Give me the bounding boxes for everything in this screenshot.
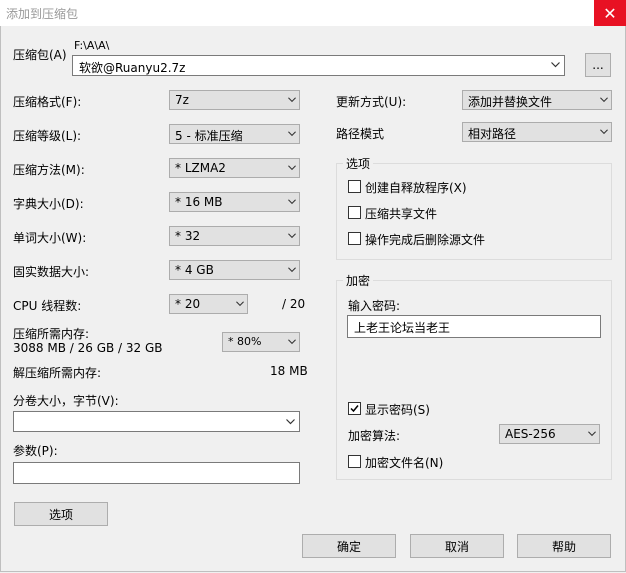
chevron-down-icon [288, 233, 296, 239]
format-select[interactable]: 7z [169, 90, 300, 110]
chevron-down-icon [236, 301, 244, 307]
browse-button[interactable]: ... [585, 53, 611, 77]
help-label: 帮助 [551, 539, 576, 554]
sfx-checkbox[interactable] [348, 180, 361, 193]
browse-label: ... [592, 58, 604, 72]
chevron-down-icon [288, 97, 296, 103]
level-select[interactable]: 5 - 标准压缩 [169, 124, 300, 144]
close-icon: ✕ [603, 3, 617, 23]
archive-name-combo[interactable]: 软欲@Ruanyu2.7z [72, 55, 565, 76]
solid-value: * 4 GB [175, 263, 214, 277]
chevron-down-icon [600, 97, 608, 103]
algo-value: AES-256 [505, 427, 556, 441]
word-value: * 32 [175, 229, 201, 243]
cancel-button[interactable]: 取消 [410, 534, 504, 558]
sfx-label: 创建自释放程序(X) [365, 181, 467, 195]
update-label: 更新方式(U): [336, 95, 407, 109]
dict-label: 字典大小(D): [13, 197, 84, 211]
format-label: 压缩格式(F): [13, 95, 82, 109]
method-select[interactable]: * LZMA2 [169, 158, 300, 178]
mem-select[interactable]: * 80% [222, 332, 300, 352]
cancel-label: 取消 [444, 539, 469, 554]
options-button-label: 选项 [48, 507, 73, 522]
path-mode-value: 相对路径 [468, 127, 517, 141]
show-password-checkbox[interactable] [348, 402, 361, 415]
shared-checkbox[interactable] [348, 206, 361, 219]
encrypt-names-checkbox[interactable] [348, 455, 361, 468]
show-password-label: 显示密码(S) [365, 403, 430, 417]
help-button[interactable]: 帮助 [517, 534, 611, 558]
word-label: 单词大小(W): [13, 231, 87, 245]
title-bar: 添加到压缩包 ✕ [0, 0, 626, 26]
delete-label: 操作完成后删除源文件 [365, 233, 486, 247]
dict-select[interactable]: * 16 MB [169, 192, 300, 212]
path-mode-select[interactable]: 相对路径 [462, 122, 612, 142]
shared-label: 压缩共享文件 [365, 207, 438, 221]
threads-select[interactable]: * 20 [169, 294, 248, 314]
chevron-down-icon [288, 165, 296, 171]
method-label: 压缩方法(M): [13, 163, 85, 177]
split-size-combo[interactable] [13, 411, 300, 432]
ok-button[interactable]: 确定 [302, 534, 396, 558]
encrypt-names-label: 加密文件名(N) [365, 456, 444, 470]
path-mode-label: 路径模式 [336, 127, 385, 141]
chevron-down-icon [288, 267, 296, 273]
password-value: 上老王论坛当老王 [354, 321, 451, 335]
solid-label: 固实数据大小: [13, 265, 90, 279]
ok-label: 确定 [336, 539, 361, 554]
chevron-down-icon [286, 419, 295, 425]
checkmark-icon [350, 405, 359, 413]
archive-name-value: 软欲@Ruanyu2.7z [79, 61, 186, 75]
threads-max: / 20 [282, 297, 306, 311]
options-button[interactable]: 选项 [14, 502, 108, 526]
level-label: 压缩等级(L): [13, 129, 82, 143]
format-value: 7z [175, 93, 189, 107]
word-select[interactable]: * 32 [169, 226, 300, 246]
method-value: * LZMA2 [175, 161, 226, 175]
threads-label: CPU 线程数: [13, 299, 82, 313]
update-select[interactable]: 添加并替换文件 [462, 90, 612, 110]
algo-select[interactable]: AES-256 [499, 424, 600, 444]
archive-path: F:\A\A\ [74, 39, 110, 52]
chevron-down-icon [288, 199, 296, 205]
mem-value: * 80% [228, 335, 262, 348]
decomp-value: 18 MB [270, 364, 308, 378]
params-label: 参数(P): [13, 444, 58, 458]
solid-select[interactable]: * 4 GB [169, 260, 300, 280]
split-label: 分卷大小，字节(V): [13, 394, 119, 408]
chevron-down-icon [288, 339, 296, 345]
level-value: 5 - 标准压缩 [175, 129, 243, 143]
update-value: 添加并替换文件 [468, 95, 553, 109]
chevron-down-icon [600, 129, 608, 135]
password-label: 输入密码: [348, 299, 401, 313]
close-button[interactable]: ✕ [594, 0, 626, 26]
mem-detail: 3088 MB / 26 GB / 32 GB [13, 341, 163, 355]
encryption-group-title: 加密 [343, 272, 374, 289]
mem-label: 压缩所需内存: [13, 327, 90, 341]
chevron-down-icon [288, 131, 296, 137]
archive-label: 压缩包(A) [13, 48, 67, 62]
dict-value: * 16 MB [175, 195, 223, 209]
password-input[interactable]: 上老王论坛当老王 [347, 315, 601, 338]
options-group-title: 选项 [343, 155, 374, 172]
threads-value: * 20 [175, 297, 201, 311]
chevron-down-icon [551, 62, 560, 68]
params-input[interactable] [13, 462, 300, 484]
window-title: 添加到压缩包 [6, 7, 79, 21]
delete-checkbox[interactable] [348, 232, 361, 245]
decomp-label: 解压缩所需内存: [13, 366, 102, 380]
algo-label: 加密算法: [348, 429, 401, 443]
chevron-down-icon [588, 431, 596, 437]
